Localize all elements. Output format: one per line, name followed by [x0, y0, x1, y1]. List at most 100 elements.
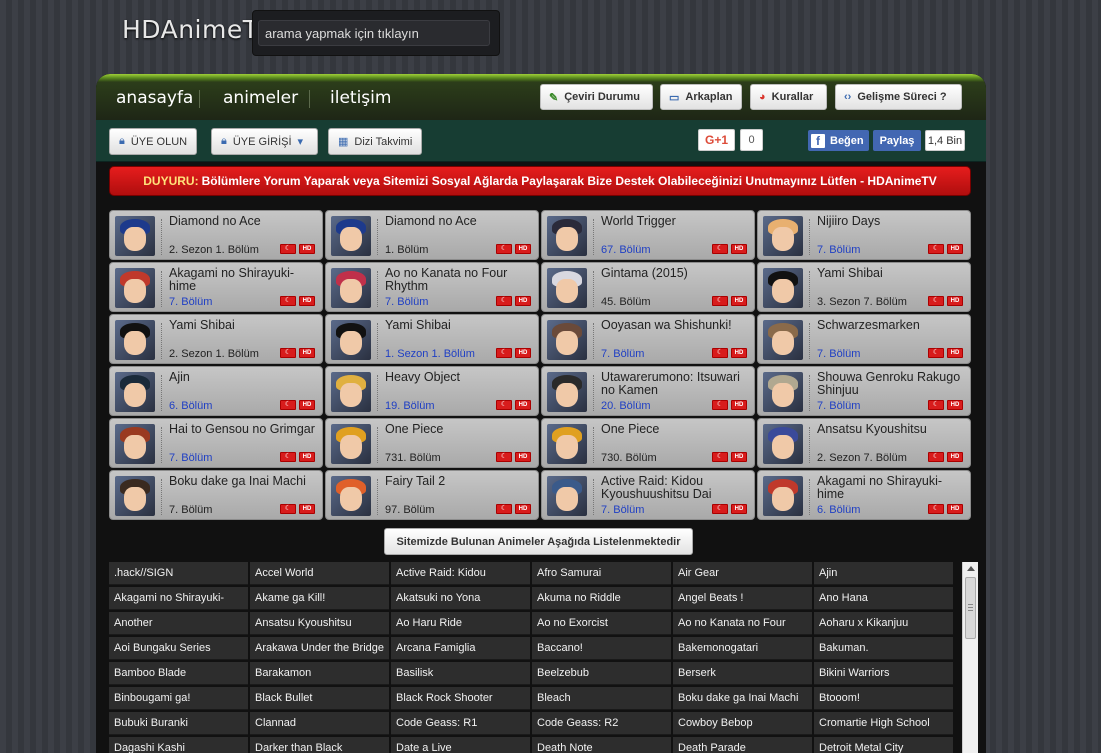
episode-card[interactable]: Ansatsu Kyoushitsu 2. Sezon 7. Bölüm ☾ HD	[757, 418, 971, 468]
anime-thumbnail[interactable]	[763, 476, 803, 516]
anime-list-item[interactable]: Ansatsu Kyoushitsu	[250, 612, 389, 635]
anime-list-item[interactable]: Afro Samurai	[532, 562, 671, 585]
anime-thumbnail[interactable]	[115, 268, 155, 308]
episode-card[interactable]: Akagami no Shirayuki-hime 6. Bölüm ☾ HD	[757, 470, 971, 520]
episode-card[interactable]: Gintama (2015) 45. Bölüm ☾ HD	[541, 262, 755, 312]
anime-list-item[interactable]: Bakuman.	[814, 637, 953, 660]
episode-title[interactable]: Nijiiro Days	[817, 215, 967, 228]
anime-thumbnail[interactable]	[763, 372, 803, 412]
anime-thumbnail[interactable]	[115, 372, 155, 412]
anime-thumbnail[interactable]	[763, 320, 803, 360]
episode-title[interactable]: Heavy Object	[385, 371, 535, 384]
anime-thumbnail[interactable]	[331, 216, 371, 256]
episode-card[interactable]: Diamond no Ace 2. Sezon 1. Bölüm ☾ HD	[109, 210, 323, 260]
anime-list-item[interactable]: Clannad	[250, 712, 389, 735]
anime-list-item[interactable]: Ao no Kanata no Four	[673, 612, 812, 635]
anime-list-item[interactable]: Bubuki Buranki	[109, 712, 248, 735]
nav-link-anime[interactable]: animeler	[223, 88, 298, 108]
background-button[interactable]: ▭ Arkaplan	[660, 84, 742, 110]
anime-list-item[interactable]: Active Raid: Kidou	[391, 562, 530, 585]
anime-list-item[interactable]: Binbougami ga!	[109, 687, 248, 710]
episode-title[interactable]: Ansatsu Kyoushitsu	[817, 423, 967, 436]
anime-list-item[interactable]: Akatsuki no Yona	[391, 587, 530, 610]
anime-thumbnail[interactable]	[547, 320, 587, 360]
anime-list-item[interactable]: Detroit Metal City	[814, 737, 953, 753]
anime-thumbnail[interactable]	[547, 216, 587, 256]
anime-list-item[interactable]: Dagashi Kashi	[109, 737, 248, 753]
anime-thumbnail[interactable]	[115, 476, 155, 516]
episode-title[interactable]: Utawarerumono: Itsuwari no Kamen	[601, 371, 751, 397]
episode-title[interactable]: One Piece	[601, 423, 751, 436]
facebook-share-button[interactable]: Paylaş	[873, 130, 921, 151]
episode-card[interactable]: Fairy Tail 2 97. Bölüm ☾ HD	[325, 470, 539, 520]
episode-card[interactable]: Yami Shibai 1. Sezon 1. Bölüm ☾ HD	[325, 314, 539, 364]
episode-card[interactable]: Yami Shibai 3. Sezon 7. Bölüm ☾ HD	[757, 262, 971, 312]
anime-list-item[interactable]: Bikini Warriors	[814, 662, 953, 685]
anime-list-button[interactable]: Sitemizde Bulunan Animeler Aşağıda Liste…	[384, 528, 693, 555]
episode-card[interactable]: Utawarerumono: Itsuwari no Kamen 20. Bölü…	[541, 366, 755, 416]
episode-card[interactable]: One Piece 731. Bölüm ☾ HD	[325, 418, 539, 468]
anime-list-item[interactable]: Death Parade	[673, 737, 812, 753]
anime-thumbnail[interactable]	[763, 216, 803, 256]
search-input[interactable]	[258, 20, 490, 46]
episode-title[interactable]: Akagami no Shirayuki-hime	[169, 267, 319, 293]
anime-thumbnail[interactable]	[331, 372, 371, 412]
anime-list-item[interactable]: Cromartie High School	[814, 712, 953, 735]
episode-card[interactable]: World Trigger 67. Bölüm ☾ HD	[541, 210, 755, 260]
episode-title[interactable]: Yami Shibai	[817, 267, 967, 280]
anime-list-item[interactable]: Code Geass: R2	[532, 712, 671, 735]
anime-list-item[interactable]: Ano Hana	[814, 587, 953, 610]
anime-list-item[interactable]: Aoharu x Kikanjuu	[814, 612, 953, 635]
episode-card[interactable]: Nijiiro Days 7. Bölüm ☾ HD	[757, 210, 971, 260]
episode-card[interactable]: Yami Shibai 2. Sezon 1. Bölüm ☾ HD	[109, 314, 323, 364]
anime-list-item[interactable]: Boku dake ga Inai Machi	[673, 687, 812, 710]
anime-thumbnail[interactable]	[331, 320, 371, 360]
episode-card[interactable]: Schwarzesmarken 7. Bölüm ☾ HD	[757, 314, 971, 364]
anime-list-item[interactable]: Berserk	[673, 662, 812, 685]
episode-card[interactable]: Akagami no Shirayuki-hime 7. Bölüm ☾ HD	[109, 262, 323, 312]
anime-list-item[interactable]: Arakawa Under the Bridge	[250, 637, 389, 660]
episode-title[interactable]: Active Raid: Kidou Kyoushuushitsu Dai	[601, 475, 751, 501]
episode-title[interactable]: Gintama (2015)	[601, 267, 751, 280]
anime-list-item[interactable]: Bakemonogatari	[673, 637, 812, 660]
anime-list-item[interactable]: Bamboo Blade	[109, 662, 248, 685]
translation-status-button[interactable]: ✎ Çeviri Durumu	[540, 84, 653, 110]
facebook-like-button[interactable]: f Beğen	[808, 130, 869, 151]
anime-thumbnail[interactable]	[331, 424, 371, 464]
episode-title[interactable]: Diamond no Ace	[385, 215, 535, 228]
anime-list-item[interactable]: Death Note	[532, 737, 671, 753]
anime-thumbnail[interactable]	[115, 216, 155, 256]
rules-button[interactable]: ◕ Kurallar	[750, 84, 827, 110]
episode-card[interactable]: Active Raid: Kidou Kyoushuushitsu Dai 7. …	[541, 470, 755, 520]
anime-list-item[interactable]: Btooom!	[814, 687, 953, 710]
anime-thumbnail[interactable]	[547, 476, 587, 516]
episode-title[interactable]: Ooyasan wa Shishunki!	[601, 319, 751, 332]
anime-list-item[interactable]: Ao Haru Ride	[391, 612, 530, 635]
episode-title[interactable]: Ao no Kanata no Four Rhythm	[385, 267, 535, 293]
episode-title[interactable]: Schwarzesmarken	[817, 319, 967, 332]
episode-card[interactable]: Ao no Kanata no Four Rhythm 7. Bölüm ☾ HD	[325, 262, 539, 312]
episode-card[interactable]: Ooyasan wa Shishunki! 7. Bölüm ☾ HD	[541, 314, 755, 364]
development-button[interactable]: ‹› Gelişme Süreci ?	[835, 84, 962, 110]
anime-list-item[interactable]: Akagami no Shirayuki-	[109, 587, 248, 610]
anime-thumbnail[interactable]	[115, 424, 155, 464]
anime-list-item[interactable]: Barakamon	[250, 662, 389, 685]
anime-thumbnail[interactable]	[547, 268, 587, 308]
anime-list-item[interactable]: Black Rock Shooter	[391, 687, 530, 710]
episode-title[interactable]: Hai to Gensou no Grimgar	[169, 423, 319, 436]
episode-title[interactable]: Shouwa Genroku Rakugo Shinjuu	[817, 371, 967, 397]
anime-list-item[interactable]: Code Geass: R1	[391, 712, 530, 735]
anime-list-item[interactable]: Darker than Black	[250, 737, 389, 753]
episode-title[interactable]: World Trigger	[601, 215, 751, 228]
anime-thumbnail[interactable]	[115, 320, 155, 360]
anime-list-item[interactable]: Akuma no Riddle	[532, 587, 671, 610]
anime-list-item[interactable]: Another	[109, 612, 248, 635]
episode-card[interactable]: Hai to Gensou no Grimgar 7. Bölüm ☾ HD	[109, 418, 323, 468]
anime-list-item[interactable]: Aoi Bungaku Series	[109, 637, 248, 660]
scrollbar-thumb[interactable]	[965, 577, 976, 639]
anime-thumbnail[interactable]	[547, 372, 587, 412]
nav-link-home[interactable]: anasayfa	[116, 88, 193, 108]
anime-list-item[interactable]: Cowboy Bebop	[673, 712, 812, 735]
episode-card[interactable]: Heavy Object 19. Bölüm ☾ HD	[325, 366, 539, 416]
episode-title[interactable]: Ajin	[169, 371, 319, 384]
